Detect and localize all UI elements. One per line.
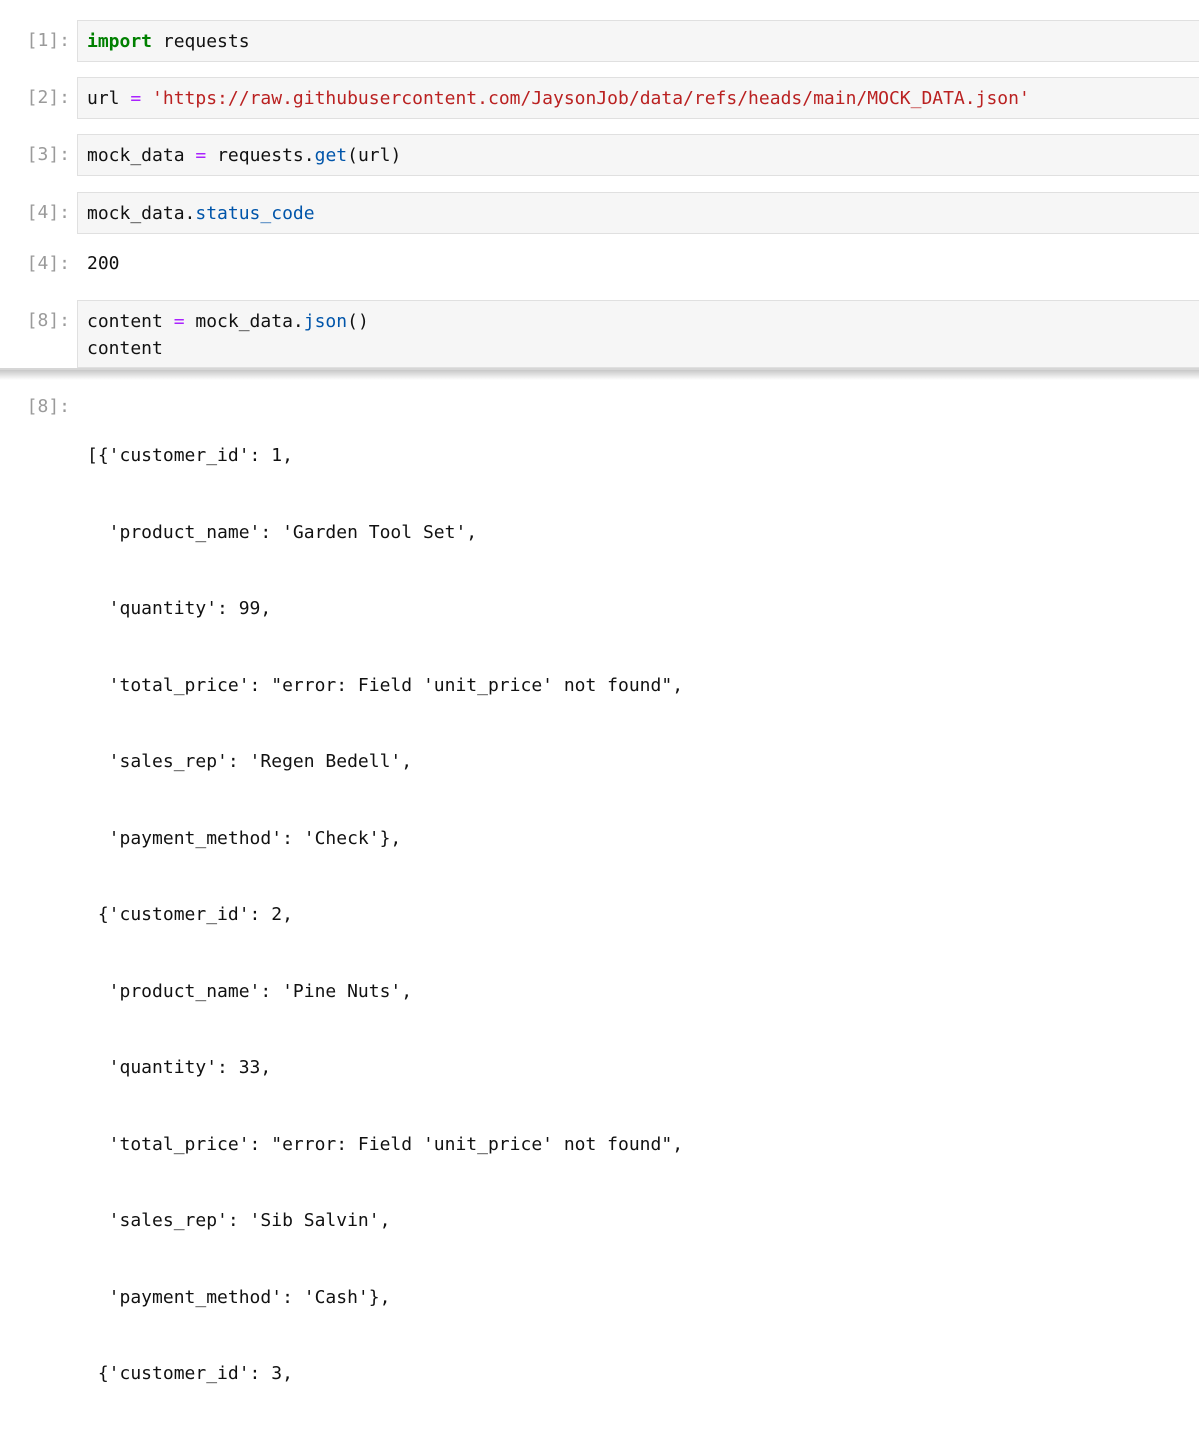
output-line: 'payment_method': 'Check'},: [87, 827, 402, 849]
code-cell-3[interactable]: [3]: mock_data = requests.get(url): [0, 134, 1199, 176]
input-prompt: [3]:: [26, 144, 70, 165]
variable-name: content: [87, 311, 163, 332]
output-line: 'sales_rep': 'Regen Bedell',: [87, 751, 413, 772]
code-line: mock_data.status_code: [87, 200, 1199, 227]
call-args: (): [347, 311, 369, 332]
code-cell-8[interactable]: [8]: content = mock_data.json() content: [0, 300, 1199, 368]
code-editor[interactable]: mock_data = requests.get(url): [77, 134, 1199, 176]
output-line: 'product_name': 'Garden Tool Set',: [87, 521, 478, 543]
cell-output: 200: [87, 253, 120, 274]
output-line: {'customer_id': 3,: [87, 1363, 293, 1384]
output-line: [{'customer_id': 1,: [87, 445, 293, 466]
code-line: mock_data = requests.get(url): [87, 142, 1199, 169]
code-cell-2[interactable]: [2]: url = 'https://raw.githubuserconten…: [0, 77, 1199, 119]
attribute-name: status_code: [195, 203, 315, 224]
url-string: 'https://raw.githubusercontent.com/Jayso…: [152, 88, 1030, 109]
output-line: 'product_name': 'Pine Nuts',: [87, 980, 413, 1002]
variable-name: url: [87, 88, 120, 109]
code-editor[interactable]: import requests: [77, 20, 1199, 62]
output-prompt: [4]:: [26, 253, 70, 274]
assign-operator: =: [162, 311, 196, 332]
input-prompt: [8]:: [26, 310, 70, 331]
output-prompt: [8]:: [26, 396, 70, 417]
code-editor[interactable]: content = mock_data.json() content: [77, 300, 1199, 368]
output-line: 'payment_method': 'Cash'},: [87, 1286, 391, 1308]
sticky-shadow: [0, 370, 1199, 380]
cell-output: [{'customer_id': 1, 'product_name': 'Gar…: [87, 392, 683, 1438]
module-name: requests: [152, 31, 250, 52]
output-line: 'quantity': 33,: [87, 1057, 272, 1078]
code-line: content: [87, 338, 163, 359]
assign-operator: =: [119, 88, 153, 109]
output-cell-8[interactable]: [8]: [{'customer_id': 1, 'product_name':…: [0, 392, 1199, 1384]
import-keyword: import: [87, 31, 153, 52]
object-name: requests.: [217, 145, 315, 166]
input-prompt: [4]:: [26, 202, 70, 223]
output-line: {'customer_id': 2,: [87, 904, 293, 925]
assign-operator: =: [184, 145, 218, 166]
input-prompt: [2]:: [26, 87, 70, 108]
method-name: json: [303, 311, 348, 332]
call-args: (url): [347, 145, 402, 166]
code-cell-4[interactable]: [4]: mock_data.status_code [4]: 200: [0, 192, 1199, 282]
object-name: mock_data.: [195, 311, 304, 332]
method-name: get: [314, 145, 348, 166]
code-line: url = 'https://raw.githubusercontent.com…: [87, 85, 1199, 112]
code-editor[interactable]: mock_data.status_code: [77, 192, 1199, 234]
code-line: content = mock_data.json(): [87, 308, 1199, 335]
output-line: 'total_price': "error: Field 'unit_price…: [87, 1133, 684, 1155]
object-name: mock_data.: [87, 203, 196, 224]
variable-name: mock_data: [87, 145, 185, 166]
input-prompt: [1]:: [26, 30, 70, 51]
output-line: 'total_price': "error: Field 'unit_price…: [87, 674, 684, 696]
code-cell-1[interactable]: [1]: import requests: [0, 20, 1199, 62]
code-editor[interactable]: url = 'https://raw.githubusercontent.com…: [77, 77, 1199, 119]
output-line: 'quantity': 99,: [87, 598, 272, 619]
output-line: 'sales_rep': 'Sib Salvin',: [87, 1210, 391, 1231]
code-line: import requests: [87, 28, 1199, 55]
